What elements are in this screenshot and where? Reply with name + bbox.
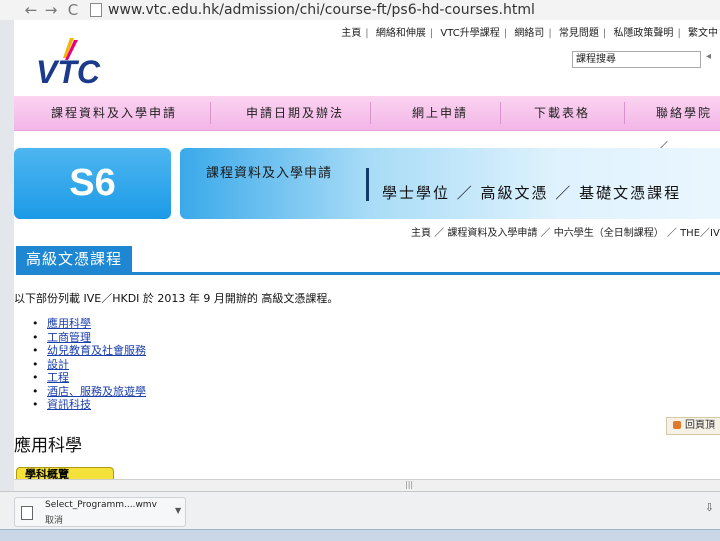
top-link-faq[interactable]: 常見問題 [557,28,601,39]
top-link-network[interactable]: 網絡和伸展 [374,28,428,39]
banner-title: 課程資料及入學申請 [206,166,333,181]
menu-item-course-info[interactable]: 課程資料及入學申請 [51,96,177,130]
top-link-vtc-courses[interactable]: VTC升學課程 [438,28,501,39]
menu-item-contact[interactable]: 聯絡學院／ [656,96,720,154]
breadcrumb[interactable]: 主頁 ／ 課程資料及入學申請 ／ 中六學生（全日制課程） ／ THE／IVE [411,224,720,239]
vtc-logo[interactable]: VTC [36,36,126,86]
menu-item-online-application[interactable]: 網上申請 [412,96,468,130]
course-list: 應用科學 工商管理 幼兒教育及社會服務 設計 工程 酒店、服務及旅遊學 資訊科技 [32,317,146,412]
course-link-engineering[interactable]: 工程 [32,371,146,385]
page-banner: 課程資料及入學申請 學士學位 ／ 高級文憑 ／ 基礎文憑課程 [180,148,720,219]
file-icon [21,506,33,520]
course-link-design[interactable]: 設計 [32,358,146,372]
banner-divider [366,168,369,201]
forward-button[interactable]: → [42,1,60,19]
course-link-childcare[interactable]: 幼兒教育及社會服務 [32,344,146,358]
web-page: 主頁 | 網絡和伸展 | VTC升學課程 | 網絡司 | 常見問題 | 私隱政策聲明 | 繁… [14,20,720,500]
scroll-grip-icon[interactable]: ||| [405,481,413,489]
chevron-down-icon[interactable]: ▼ [175,506,181,515]
course-link-it[interactable]: 資訊科技 [32,398,146,412]
url-host: www.vtc.edu.hk [108,2,220,18]
menu-item-download-forms[interactable]: 下載表格 [534,96,590,130]
section-underline [16,272,720,275]
back-to-top-label: 回頁頂 [685,420,715,431]
section-title: 高級文憑課程 [16,246,132,272]
top-link-sitemap[interactable]: 網絡司 [512,28,546,39]
download-item[interactable]: Select_Programm....wmv 取消 ▼ [14,497,186,527]
left-window-edge [0,20,15,500]
download-shelf: Select_Programm....wmv 取消 ▼ ⇩ [0,491,720,529]
reload-button[interactable]: C [64,1,82,19]
page-icon [90,3,102,17]
main-menu: 課程資料及入學申請 申請日期及辦法 網上申請 下載表格 聯絡學院／ [14,96,720,154]
top-links: 主頁 | 網絡和伸展 | VTC升學課程 | 網絡司 | 常見問題 | 私隱政策聲明 | 繁… [339,28,720,39]
download-cancel[interactable]: 取消 [45,513,63,526]
course-link-hospitality[interactable]: 酒店、服務及旅遊學 [32,385,146,399]
horizontal-scrollbar[interactable]: ||| [14,479,720,491]
back-to-top-button[interactable]: 回頁頂 [666,417,720,435]
top-link-privacy[interactable]: 私隱政策聲明 [611,28,675,39]
course-link-applied-science[interactable]: 應用科學 [32,317,146,331]
show-all-downloads-icon[interactable]: ⇩ [705,501,714,514]
taskbar [0,529,720,541]
intro-text: 以下部份列載 IVE／HKDI 於 2013 年 9 月開辦的 高級文憑課程。 [14,292,339,305]
browser-toolbar: ← → C www.vtc.edu.hk/admission/chi/cours… [0,0,720,21]
course-link-business[interactable]: 工商管理 [32,331,146,345]
arrow-up-icon [673,421,681,429]
download-filename: Select_Programm....wmv [45,500,157,510]
top-link-home[interactable]: 主頁 [339,28,363,39]
svg-text:VTC: VTC [36,54,101,86]
banner-subtitle: 學士學位 ／ 高級文憑 ／ 基礎文憑課程 [382,184,682,202]
search-input[interactable]: 課程搜尋 [572,51,701,68]
menu-item-application-dates[interactable]: 申請日期及辦法 [246,96,344,130]
url-path: /admission/chi/course-ft/ps6-hd-courses.… [219,2,535,18]
back-button[interactable]: ← [22,1,40,19]
subheading: 應用科學 [14,436,82,456]
search-icon[interactable]: ◂ [706,51,718,66]
top-link-language[interactable]: 繁文中 [686,28,720,39]
s6-badge: S6 [14,148,171,219]
address-bar[interactable]: www.vtc.edu.hk/admission/chi/course-ft/p… [90,1,720,19]
